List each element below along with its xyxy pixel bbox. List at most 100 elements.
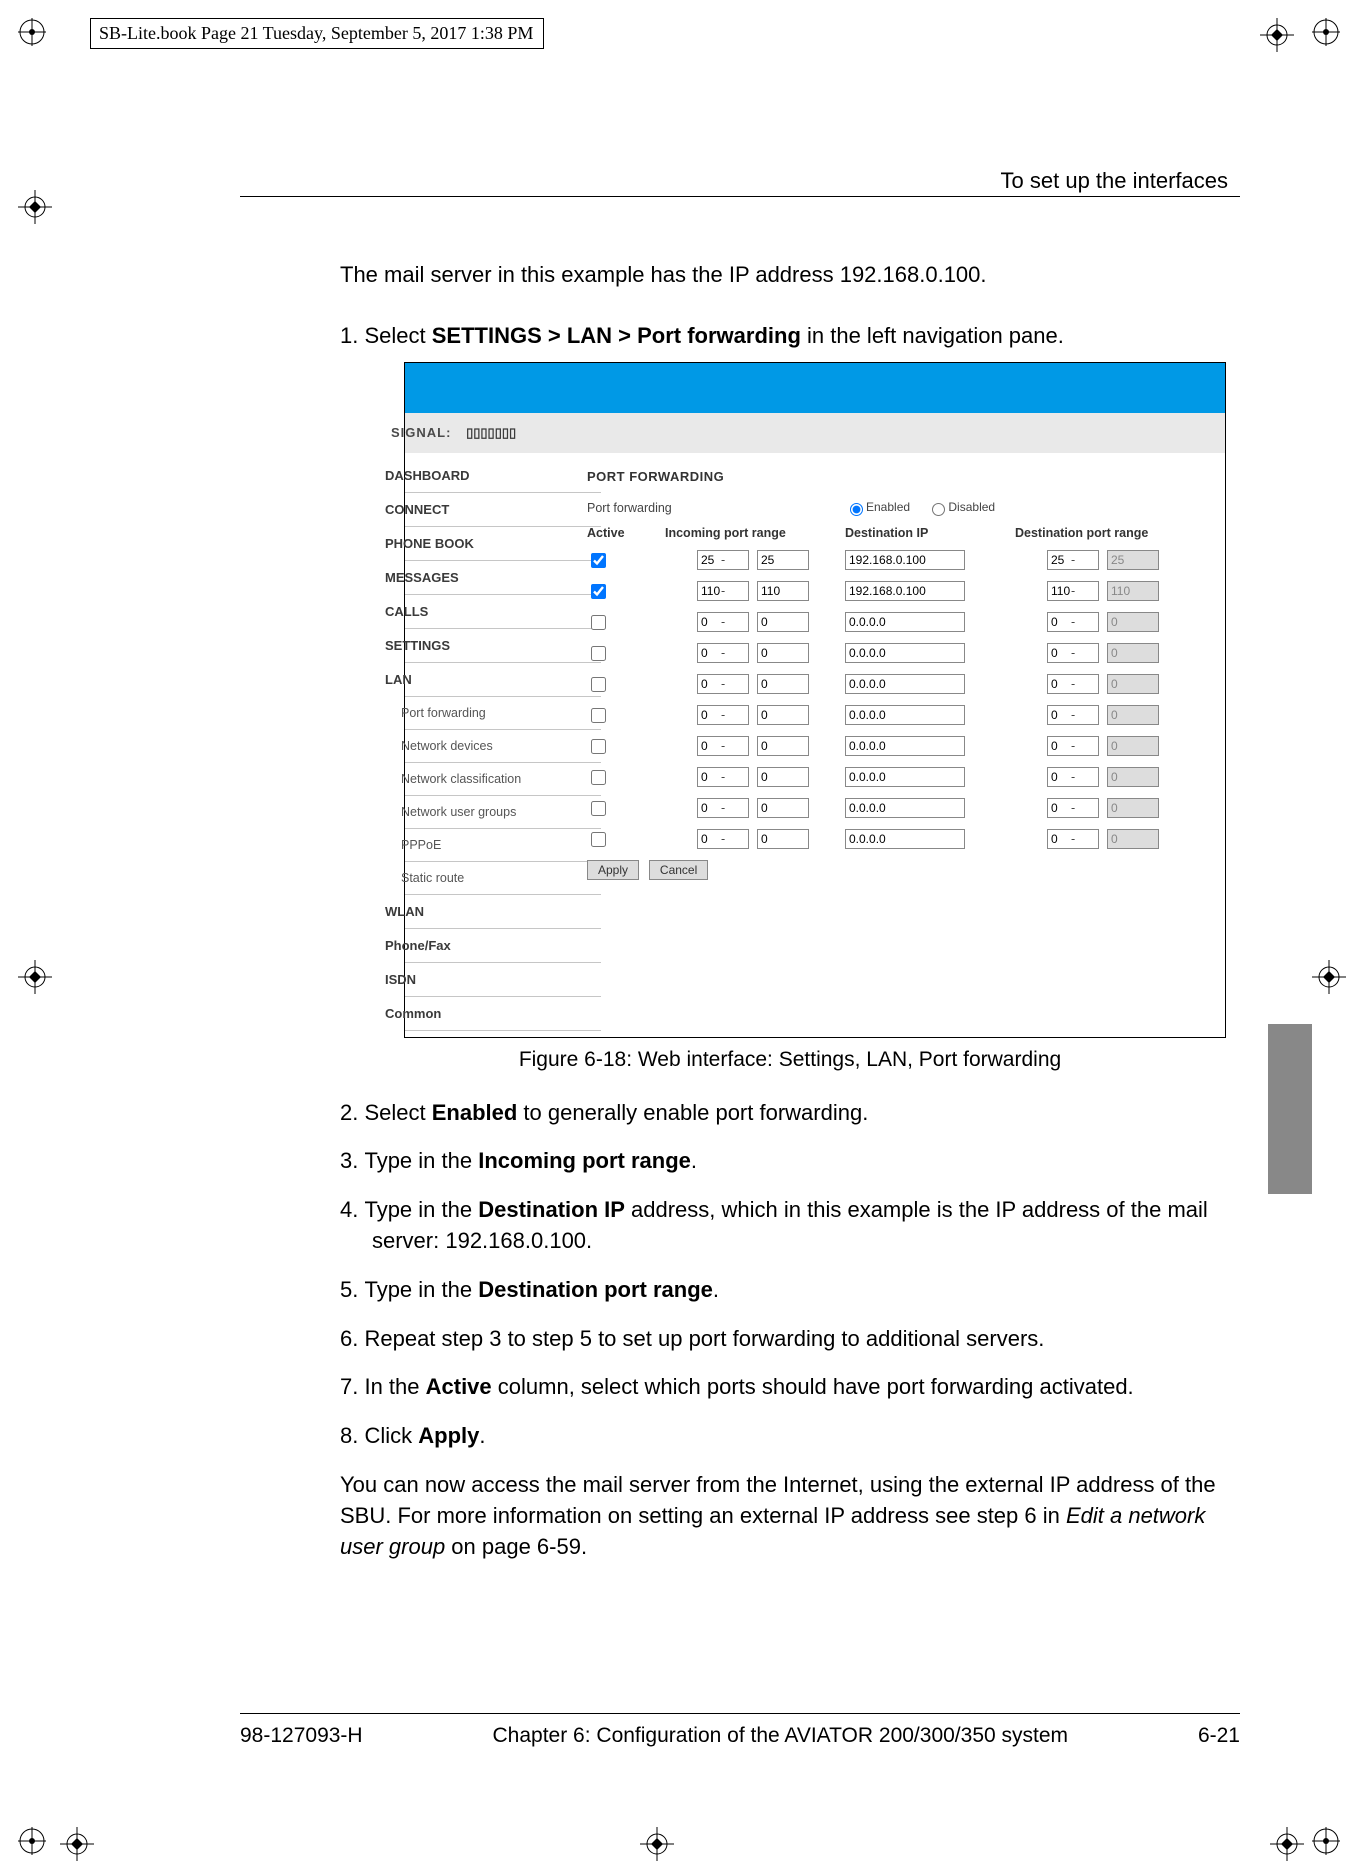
nav-dashboard[interactable]: DASHBOARD [405, 459, 601, 493]
pf-out-start[interactable] [1047, 581, 1099, 601]
apply-button[interactable]: Apply [587, 860, 639, 880]
pf-radio-group: Enabled Disabled [877, 500, 1009, 516]
pf-active-checkbox[interactable] [591, 801, 606, 816]
nav-settings[interactable]: SETTINGS [405, 629, 601, 663]
pf-active-checkbox[interactable] [591, 708, 606, 723]
pf-in-end[interactable] [757, 767, 809, 787]
pf-in-end[interactable] [757, 643, 809, 663]
nav-isdn[interactable]: ISDN [405, 963, 601, 997]
webui-topbar [405, 363, 1225, 413]
registration-mark-icon [18, 18, 46, 46]
pf-enabled-radio[interactable]: Enabled [845, 500, 910, 514]
pf-dest-ip[interactable] [845, 705, 965, 725]
pf-active-checkbox[interactable] [591, 553, 606, 568]
nav-network-classification[interactable]: Network classification [405, 763, 601, 796]
pf-row: - - [619, 829, 1207, 850]
pf-in-start[interactable] [697, 550, 749, 570]
pf-out-start[interactable] [1047, 767, 1099, 787]
nav-messages[interactable]: MESSAGES [405, 561, 601, 595]
pf-in-start[interactable] [697, 798, 749, 818]
pf-out-start[interactable] [1047, 674, 1099, 694]
step-1: Select SETTINGS > LAN > Port forwarding … [340, 321, 1240, 1072]
pf-in-start[interactable] [697, 829, 749, 849]
pf-out-start[interactable] [1047, 736, 1099, 756]
pf-dest-ip[interactable] [845, 612, 965, 632]
pf-out-end [1107, 643, 1159, 663]
pf-row: - - [619, 736, 1207, 757]
webui-screenshot: SIGNAL: ▯▯▯▯▯▯▯ DASHBOARD CONNECT PHONE … [404, 362, 1226, 1038]
registration-mark-icon [1312, 960, 1340, 988]
registration-mark-icon [1312, 1827, 1340, 1855]
pf-active-checkbox[interactable] [591, 615, 606, 630]
pf-in-start[interactable] [697, 705, 749, 725]
pf-in-end[interactable] [757, 798, 809, 818]
nav-pppoe[interactable]: PPPoE [405, 829, 601, 862]
nav-wlan[interactable]: WLAN [405, 895, 601, 929]
pf-dest-ip[interactable] [845, 550, 965, 570]
pf-out-start[interactable] [1047, 643, 1099, 663]
pf-out-end [1107, 736, 1159, 756]
nav-connect[interactable]: CONNECT [405, 493, 601, 527]
pf-in-end[interactable] [757, 736, 809, 756]
nav-network-devices[interactable]: Network devices [405, 730, 601, 763]
nav-static-route[interactable]: Static route [405, 862, 601, 895]
pf-active-checkbox[interactable] [591, 739, 606, 754]
step-2: Select Enabled to generally enable port … [340, 1098, 1240, 1129]
nav-common[interactable]: Common [405, 997, 601, 1031]
pf-active-checkbox[interactable] [591, 832, 606, 847]
pf-out-start[interactable] [1047, 798, 1099, 818]
pf-out-end [1107, 674, 1159, 694]
pf-in-start[interactable] [697, 643, 749, 663]
pf-in-start[interactable] [697, 674, 749, 694]
pf-in-end[interactable] [757, 612, 809, 632]
registration-mark-icon [18, 190, 46, 218]
pf-in-start[interactable] [697, 612, 749, 632]
pf-out-start[interactable] [1047, 550, 1099, 570]
pf-active-checkbox[interactable] [591, 677, 606, 692]
pf-dest-ip[interactable] [845, 581, 965, 601]
pf-dest-ip[interactable] [845, 643, 965, 663]
footer-pagenum: 6-21 [1198, 1724, 1240, 1748]
pf-in-end[interactable] [757, 705, 809, 725]
pf-out-start[interactable] [1047, 829, 1099, 849]
crop-meta: SB-Lite.book Page 21 Tuesday, September … [90, 18, 544, 49]
pf-in-end[interactable] [757, 581, 809, 601]
pf-out-end [1107, 798, 1159, 818]
cancel-button[interactable]: Cancel [649, 860, 708, 880]
pf-out-start[interactable] [1047, 612, 1099, 632]
pf-active-checkbox[interactable] [591, 646, 606, 661]
pf-row: - - [619, 767, 1207, 788]
registration-mark-icon [60, 1827, 88, 1855]
pf-in-end[interactable] [757, 550, 809, 570]
step-6: Repeat step 3 to step 5 to set up port f… [340, 1324, 1240, 1355]
pf-in-end[interactable] [757, 829, 809, 849]
pf-dest-ip[interactable] [845, 798, 965, 818]
registration-mark-icon [18, 1827, 46, 1855]
pf-out-end [1107, 767, 1159, 787]
step-8: Click Apply. [340, 1421, 1240, 1452]
pf-dest-ip[interactable] [845, 674, 965, 694]
registration-mark-icon [1312, 18, 1340, 46]
pf-disabled-radio[interactable]: Disabled [927, 500, 995, 514]
pf-in-start[interactable] [697, 581, 749, 601]
pf-active-checkbox[interactable] [591, 770, 606, 785]
pf-in-end[interactable] [757, 674, 809, 694]
pf-out-start[interactable] [1047, 705, 1099, 725]
nav-network-user-groups[interactable]: Network user groups [405, 796, 601, 829]
pf-in-start[interactable] [697, 767, 749, 787]
pf-dest-ip[interactable] [845, 829, 965, 849]
nav-phone-fax[interactable]: Phone/Fax [405, 929, 601, 963]
registration-mark-icon [1260, 18, 1288, 46]
pf-dest-ip[interactable] [845, 736, 965, 756]
pf-active-checkbox[interactable] [591, 584, 606, 599]
pf-dest-ip[interactable] [845, 767, 965, 787]
nav-phonebook[interactable]: PHONE BOOK [405, 527, 601, 561]
panel-title: PORT FORWARDING [619, 469, 1207, 484]
nav-calls[interactable]: CALLS [405, 595, 601, 629]
webui-panel: PORT FORWARDING Port forwarding Enabled … [601, 453, 1225, 1037]
nav-lan[interactable]: LAN [405, 663, 601, 697]
nav-port-forwarding[interactable]: Port forwarding [405, 697, 601, 730]
registration-mark-icon [640, 1827, 668, 1855]
pf-in-start[interactable] [697, 736, 749, 756]
pf-row: - - [619, 581, 1207, 602]
